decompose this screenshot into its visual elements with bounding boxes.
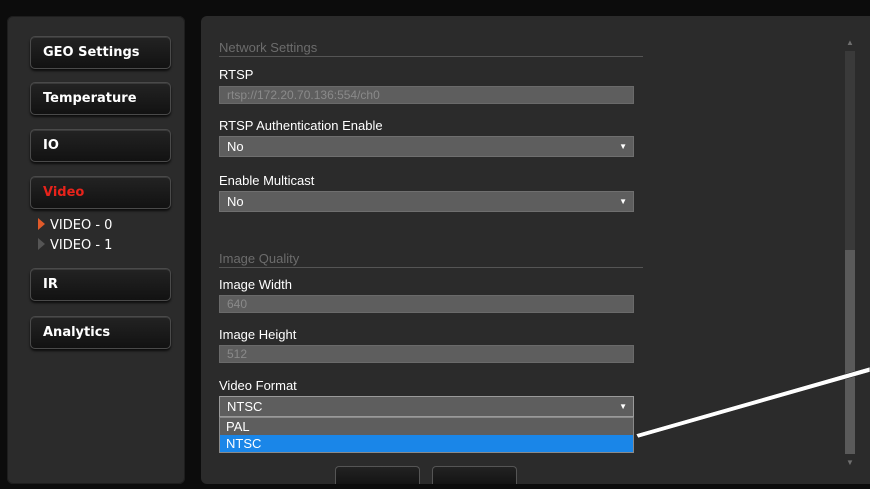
rtsp-url-field[interactable]: rtsp://172.20.70.136:554/ch0 (219, 86, 634, 104)
nav-video-button[interactable]: Video (30, 176, 171, 209)
scroll-up-icon[interactable]: ▲ (844, 38, 856, 47)
sidebar-item-video-1[interactable]: VIDEO - 1 (38, 237, 112, 255)
image-quality-title: Image Quality (219, 251, 643, 268)
settings-panel: Network Settings RTSP rtsp://172.20.70.1… (201, 16, 870, 484)
nav-analytics-button[interactable]: Analytics (30, 316, 171, 349)
nav-io-button[interactable]: IO (30, 129, 171, 162)
sidebar-item-label: VIDEO - 0 (50, 218, 113, 233)
nav-geo-settings-button[interactable]: GEO Settings (30, 36, 171, 69)
video-format-option-pal[interactable]: PAL (220, 418, 633, 435)
chevron-down-icon: ▼ (619, 402, 627, 411)
image-height-field[interactable]: 512 (219, 345, 634, 363)
bottom-button-right[interactable] (432, 466, 517, 484)
image-width-label: Image Width (219, 277, 292, 292)
rtsp-auth-label: RTSP Authentication Enable (219, 118, 383, 133)
network-settings-title: Network Settings (219, 40, 643, 57)
nav-temperature-button[interactable]: Temperature (30, 82, 171, 115)
sidebar: GEO Settings Temperature IO Video VIDEO … (7, 16, 185, 484)
video-format-option-ntsc[interactable]: NTSC (220, 435, 633, 452)
image-height-label: Image Height (219, 327, 297, 342)
video-format-label: Video Format (219, 378, 297, 393)
video-format-select[interactable]: NTSC ▼ (219, 396, 634, 417)
chevron-down-icon: ▼ (619, 197, 627, 206)
triangle-right-icon (38, 238, 45, 250)
rtsp-auth-select[interactable]: No ▼ (219, 136, 634, 157)
multicast-value: No (227, 194, 244, 209)
rtsp-label: RTSP (219, 67, 254, 82)
nav-ir-button[interactable]: IR (30, 268, 171, 301)
triangle-right-icon (38, 218, 45, 230)
multicast-select[interactable]: No ▼ (219, 191, 634, 212)
bottom-button-left[interactable] (335, 466, 420, 484)
chevron-down-icon: ▼ (619, 142, 627, 151)
scrollbar-thumb[interactable] (845, 250, 855, 454)
scroll-down-icon[interactable]: ▼ (844, 458, 856, 467)
video-format-dropdown: PAL NTSC (219, 417, 634, 453)
rtsp-auth-value: No (227, 139, 244, 154)
sidebar-item-video-0[interactable]: VIDEO - 0 (38, 217, 112, 235)
image-width-field[interactable]: 640 (219, 295, 634, 313)
multicast-label: Enable Multicast (219, 173, 315, 188)
sidebar-item-label: VIDEO - 1 (50, 238, 113, 253)
video-format-value: NTSC (227, 399, 263, 414)
